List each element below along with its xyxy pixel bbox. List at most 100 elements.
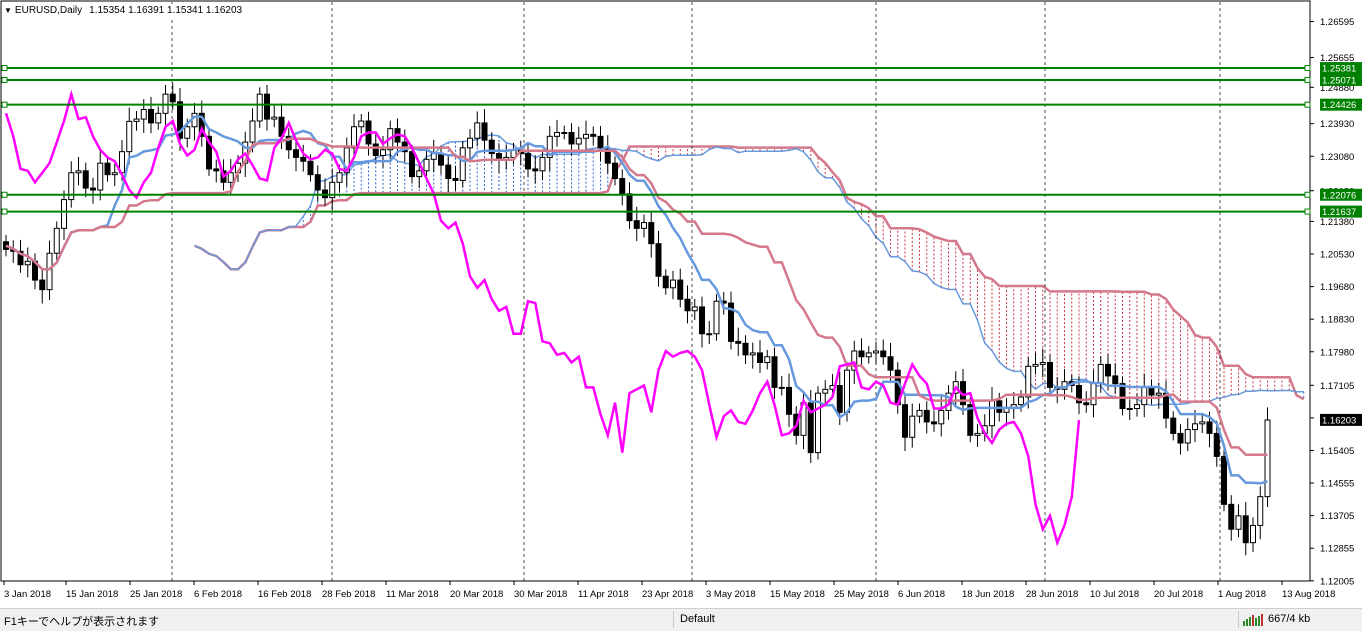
date-tick-label: 28 Jun 2018: [1026, 589, 1078, 600]
candles: [3, 82, 1271, 556]
candle-body: [1112, 375, 1119, 385]
candle-body: [75, 170, 82, 174]
date-tick-label: 25 May 2018: [834, 589, 889, 600]
candle-body: [909, 415, 916, 438]
candle-body: [865, 352, 872, 358]
candle-body: [256, 93, 263, 122]
candle-body: [24, 260, 31, 266]
candle-body: [1141, 386, 1148, 406]
level-handle: [1304, 65, 1311, 72]
status-divider: [673, 611, 674, 628]
candle-body: [39, 279, 46, 291]
candle-body: [300, 156, 307, 162]
candle-body: [1039, 362, 1046, 365]
candle-body: [764, 356, 771, 363]
candle-body: [749, 352, 756, 356]
candle-body: [111, 172, 118, 176]
candle-body: [1250, 524, 1256, 544]
candle-body: [699, 306, 705, 335]
candle-body: [902, 404, 908, 438]
candle-body: [1177, 432, 1184, 444]
candle-body: [633, 220, 640, 229]
candle-body: [974, 432, 981, 436]
candle-body: [626, 193, 633, 222]
candle-body: [336, 172, 343, 183]
chart-ohlc-values: 1.15354 1.16391 1.15341 1.16203: [89, 5, 243, 16]
collapse-triangle-icon[interactable]: ▼: [4, 4, 12, 18]
candle-body: [822, 388, 829, 394]
candle-body: [786, 386, 792, 415]
candle-body: [46, 252, 53, 291]
candle-body: [1228, 503, 1235, 530]
price-tick-label: 1.12855: [1320, 544, 1354, 555]
level-price-label: 1.25381: [1322, 64, 1356, 75]
candle-body: [474, 122, 481, 139]
candle-body: [1192, 423, 1198, 431]
price-tick-label: 1.17105: [1320, 381, 1354, 392]
candle-body: [532, 168, 539, 172]
candle-body: [271, 116, 278, 120]
level-price-label: 1.22076: [1322, 190, 1356, 201]
candle-body: [989, 400, 995, 427]
candle-body: [1083, 402, 1090, 406]
date-tick-label: 1 Aug 2018: [1218, 589, 1266, 600]
candle-body: [597, 135, 604, 149]
price-tick-label: 1.15405: [1320, 446, 1354, 457]
candle-body: [713, 300, 720, 335]
candle-body: [575, 137, 582, 145]
candle-body: [1184, 429, 1191, 444]
candle-body: [351, 126, 357, 149]
candle-body: [539, 156, 546, 172]
candle-body: [372, 143, 379, 156]
candle-body: [757, 352, 763, 363]
date-tick-label: 20 Mar 2018: [450, 589, 503, 600]
candle-body: [445, 164, 452, 179]
status-help-text: F1キーでヘルプが表示されます: [4, 616, 160, 628]
price-tick-label: 1.19680: [1320, 282, 1354, 293]
price-tick-label: 1.20530: [1320, 250, 1354, 261]
candle-body: [778, 386, 785, 389]
candle-body: [1119, 383, 1126, 410]
candle-body: [1148, 386, 1155, 396]
chart-window[interactable]: 1.265951.256551.248801.239301.230801.221…: [0, 0, 1362, 604]
status-divider: [1238, 611, 1239, 628]
candle-body: [1257, 496, 1264, 526]
date-tick-label: 25 Jan 2018: [130, 589, 182, 600]
price-tick-label: 1.26595: [1320, 17, 1354, 28]
price-chart[interactable]: 1.265951.256551.248801.239301.230801.221…: [0, 0, 1362, 604]
candle-body: [677, 279, 684, 300]
level-price-label: 1.24426: [1322, 100, 1356, 111]
status-profile: Default: [680, 613, 715, 625]
level-handle: [1, 76, 8, 83]
date-tick-label: 13 Aug 2018: [1282, 589, 1335, 600]
date-tick-label: 28 Feb 2018: [322, 589, 375, 600]
status-traffic: 667/4 kb: [1268, 613, 1311, 625]
candle-body: [133, 118, 140, 122]
candle-body: [735, 340, 742, 344]
level-handle: [1304, 101, 1311, 108]
candle-body: [140, 109, 147, 120]
candle-body: [706, 333, 713, 336]
candle-body: [561, 132, 568, 134]
date-tick-label: 6 Feb 2018: [194, 589, 242, 600]
candle-body: [307, 160, 314, 176]
level-handle: [1304, 76, 1311, 83]
price-tick-label: 1.17980: [1320, 347, 1354, 358]
candle-body: [416, 170, 423, 178]
status-bar: F1キーでヘルプが表示されます Default 667/4 kb: [0, 608, 1362, 631]
price-tick-label: 1.18830: [1320, 315, 1354, 326]
candle-body: [1213, 432, 1220, 457]
candle-body: [612, 162, 618, 180]
candle-body: [648, 222, 655, 245]
candle-body: [452, 178, 459, 181]
price-tick-label: 1.14555: [1320, 479, 1354, 490]
level-handle: [1304, 191, 1311, 198]
candle-body: [590, 133, 597, 137]
date-tick-label: 3 May 2018: [706, 589, 756, 600]
level-handle: [1304, 208, 1311, 215]
candle-body: [641, 222, 647, 229]
candle-body: [1025, 365, 1032, 398]
candle-body: [249, 120, 256, 143]
candle-body: [61, 199, 67, 229]
candle-body: [568, 132, 575, 145]
